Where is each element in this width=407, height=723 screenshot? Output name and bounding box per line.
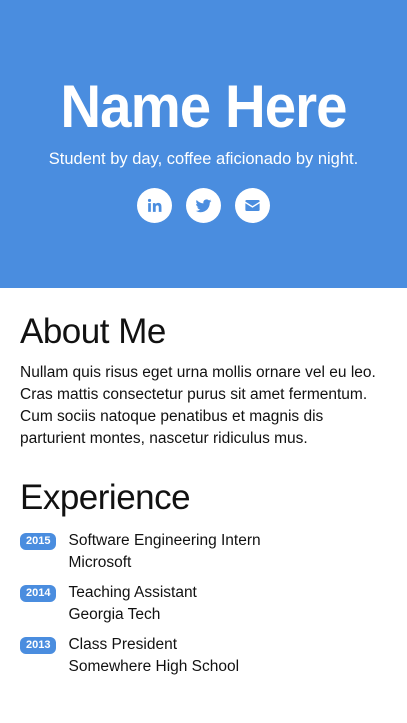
experience-list: 2015 Software Engineering Intern Microso… (20, 530, 387, 678)
about-text: Nullam quis risus eget urna mollis ornar… (20, 364, 376, 447)
experience-org: Somewhere High School (68, 658, 240, 675)
about-section: About Me Nullam quis risus eget urna mol… (20, 310, 387, 450)
linkedin-icon (147, 198, 162, 212)
email-button[interactable] (235, 188, 270, 223)
linkedin-button[interactable] (137, 188, 172, 223)
experience-role: Teaching Assistant (68, 584, 197, 601)
social-links (0, 188, 407, 223)
main-content: About Me Nullam quis risus eget urna mol… (0, 288, 407, 678)
page-title: Name Here (60, 73, 347, 140)
hero-header: Name Here Student by day, coffee aficion… (0, 0, 407, 288)
experience-section: Experience 2015 Software Engineering Int… (20, 476, 387, 678)
experience-org: Microsoft (68, 554, 132, 571)
tagline: Student by day, coffee aficionado by nig… (48, 150, 359, 168)
experience-item: 2014 Teaching Assistant Georgia Tech (20, 582, 387, 626)
year-badge: 2013 (20, 637, 57, 654)
experience-role: Software Engineering Intern (68, 532, 261, 549)
experience-org: Georgia Tech (68, 606, 161, 623)
twitter-button[interactable] (186, 188, 221, 223)
about-title: About Me (20, 312, 166, 351)
year-badge: 2015 (20, 533, 57, 550)
twitter-icon (195, 199, 212, 213)
experience-item: 2013 Class President Somewhere High Scho… (20, 634, 387, 678)
envelope-icon (245, 199, 260, 212)
experience-role: Class President (68, 636, 178, 653)
year-badge: 2014 (20, 585, 57, 602)
experience-item: 2015 Software Engineering Intern Microso… (20, 530, 387, 574)
experience-title: Experience (20, 478, 191, 517)
